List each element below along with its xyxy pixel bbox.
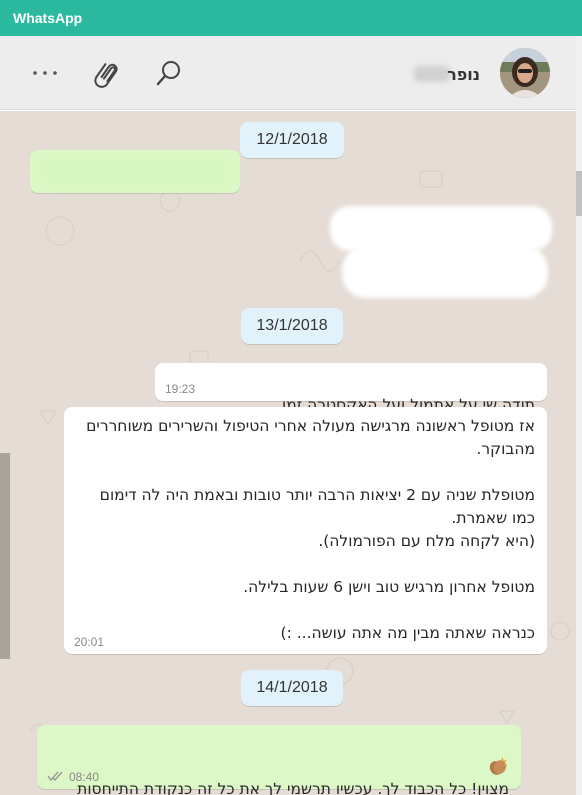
message-timestamp: 19:23 (165, 382, 196, 396)
contact-avatar[interactable] (500, 48, 550, 98)
scrollbar-track[interactable] (576, 36, 582, 795)
message-text-row: מצוין! כל הכבוד לך. עכשיו תרשמי לך את כל… (47, 732, 509, 795)
app-titlebar: WhatsApp (0, 0, 582, 36)
date-chip: 13/1/2018 (241, 308, 343, 344)
message-bubble-outgoing[interactable]: מצוין! כל הכבוד לך. עכשיו תרשמי לך את כל… (37, 725, 521, 795)
message-bubble-incoming[interactable]: תודה שי על אתמול ועל האקסטרה זמן 19:23 (155, 363, 547, 438)
attach-button[interactable] (91, 57, 123, 89)
search-button[interactable] (153, 57, 185, 89)
message-text: מצוין! כל הכבוד לך. עכשיו תרשמי לך את כל… (77, 780, 509, 795)
left-panel-edge (0, 453, 10, 659)
clapping-hands-emoji (489, 757, 507, 775)
redaction-blur (36, 156, 232, 186)
message-text: אז מטופל ראשונה מרגישה מעולה אחרי הטיפול… (86, 417, 535, 642)
search-icon (156, 61, 180, 86)
message-bubble-outgoing-redacted[interactable] (30, 150, 240, 193)
avatar-photo (500, 48, 550, 98)
read-double-check-icon (47, 771, 63, 782)
scrollbar-thumb[interactable] (576, 171, 582, 216)
message-bubble-incoming-redacted[interactable] (330, 206, 552, 303)
paperclip-icon (94, 63, 118, 88)
contact-name[interactable]: נופר (447, 65, 480, 84)
message-bubble-incoming[interactable]: אז מטופל ראשונה מרגישה מעולה אחרי הטיפול… (64, 407, 547, 654)
redaction-blur (342, 246, 548, 298)
redaction-blur (330, 206, 552, 251)
date-chip: 12/1/2018 (240, 122, 344, 158)
date-chip: 14/1/2018 (241, 670, 343, 706)
chat-header: נופר (0, 36, 576, 110)
contact-name-redaction (414, 66, 450, 82)
message-timestamp: 08:40 (69, 770, 100, 784)
app-title: WhatsApp (13, 10, 83, 26)
more-horizontal-icon (33, 71, 57, 75)
chat-area[interactable]: 12/1/2018 13/1/2018 תודה שי על אתמול ועל… (0, 111, 576, 795)
menu-button[interactable] (29, 57, 61, 89)
message-timestamp: 20:01 (74, 635, 105, 649)
